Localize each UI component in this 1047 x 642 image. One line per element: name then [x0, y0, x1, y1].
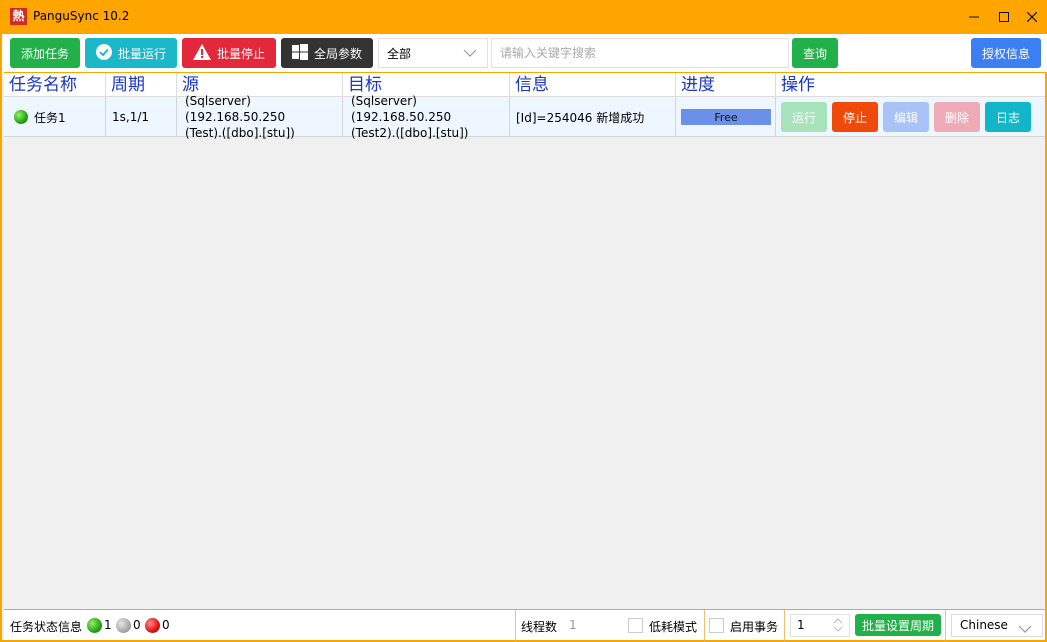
windows-icon [291, 43, 308, 63]
window-title: PanguSync 10.2 [33, 9, 130, 23]
column-header-progress[interactable]: 进度 [676, 73, 776, 97]
actions-cell: 运行 停止 编辑 删除 日志 [776, 97, 1045, 137]
error-count: 0 [162, 618, 170, 632]
running-count: 1 [104, 618, 112, 632]
batch-stop-button[interactable]: 批量停止 [182, 38, 276, 68]
check-circle-icon [95, 43, 112, 63]
global-params-label: 全局参数 [313, 46, 362, 61]
column-header-info[interactable]: 信息 [510, 73, 676, 97]
target-line-2: (Test2).([dbo].[stu]) [351, 126, 469, 140]
target-line-1: (Sqlserver)(192.168.50.250 [351, 94, 452, 124]
divider [945, 610, 946, 641]
minimize-icon[interactable] [964, 7, 984, 27]
task-name-cell: 任务1 [4, 97, 106, 137]
app-window: 熱 PanguSync 10.2 添加任务 批量运行 批量停止 全局参数 全部 … [0, 0, 1047, 642]
language-dropdown[interactable]: Chinese [951, 614, 1043, 637]
add-task-label: 添加任务 [20, 46, 69, 61]
divider [515, 610, 516, 641]
table-header: 任务名称 周期 源 目标 信息 进度 操作 [4, 73, 1045, 97]
task-status-label: 任务状态信息 [10, 620, 83, 634]
run-button[interactable]: 运行 [781, 102, 827, 132]
query-label: 查询 [802, 46, 827, 61]
error-status-icon [145, 618, 160, 633]
period-stepper[interactable]: 1 [790, 614, 850, 637]
period-cell: 1s,1/1 [106, 97, 177, 137]
delete-button[interactable]: 删除 [934, 102, 980, 132]
warning-icon [192, 43, 211, 63]
period-value: 1 [797, 618, 805, 632]
info-cell: [Id]=254046 新增成功 [510, 97, 676, 137]
enable-transaction-checkbox[interactable] [709, 618, 724, 633]
enable-transaction-label: 启用事务 [730, 620, 779, 634]
search-input[interactable] [491, 38, 789, 68]
column-header-actions[interactable]: 操作 [776, 73, 1045, 97]
target-cell: (Sqlserver)(192.168.50.250 (Test2).([dbo… [343, 94, 510, 140]
status-bar: 任务状态信息 1 0 0 线程数 1 低耗模式 启用事务 1 批量设置周期 Ch… [4, 609, 1045, 641]
progress-cell: Free [676, 97, 776, 137]
source-line-1: (Sqlserver)(192.168.50.250 [185, 94, 286, 124]
toolbar: 添加任务 批量运行 批量停止 全局参数 全部 请输入关键字搜索 查询 授权信息 [2, 34, 1047, 72]
low-power-label: 低耗模式 [649, 620, 698, 634]
batch-run-button[interactable]: 批量运行 [85, 38, 177, 68]
license-label: 授权信息 [981, 46, 1030, 61]
batch-set-period-label: 批量设置周期 [861, 618, 934, 633]
filter-dropdown[interactable]: 全部 [378, 38, 488, 68]
log-button[interactable]: 日志 [985, 102, 1031, 132]
batch-run-label: 批量运行 [117, 46, 166, 61]
stopped-count: 0 [133, 618, 141, 632]
column-header-period[interactable]: 周期 [106, 73, 177, 97]
column-header-name[interactable]: 任务名称 [4, 73, 106, 97]
filter-selected-value: 全部 [387, 46, 412, 61]
status-running-icon [14, 110, 28, 124]
source-line-2: (Test).([dbo].[stu]) [185, 126, 295, 140]
title-bar: 熱 PanguSync 10.2 [2, 0, 1047, 34]
divider [704, 610, 705, 641]
add-task-button[interactable]: 添加任务 [10, 38, 80, 68]
license-info-button[interactable]: 授权信息 [971, 38, 1041, 68]
stop-button[interactable]: 停止 [832, 102, 878, 132]
table-row[interactable]: 任务1 1s,1/1 (Sqlserver)(192.168.50.250 (T… [4, 94, 1045, 140]
stopped-status-icon [116, 618, 131, 633]
edit-button[interactable]: 编辑 [883, 102, 929, 132]
low-power-checkbox[interactable] [628, 618, 643, 633]
chevron-down-icon [463, 47, 477, 61]
language-value: Chinese [960, 618, 1008, 632]
maximize-icon[interactable] [994, 7, 1014, 27]
task-table: 任务名称 周期 源 目标 信息 进度 操作 任务1 1s,1/1 (Sqlser… [4, 72, 1045, 609]
task-name: 任务1 [34, 110, 66, 125]
threads-label: 线程数 [521, 620, 558, 634]
progress-bar: Free [681, 109, 771, 125]
running-status-icon [87, 618, 102, 633]
global-params-button[interactable]: 全局参数 [281, 38, 373, 68]
threads-input[interactable]: 1 [562, 614, 622, 637]
stepper-arrows-icon[interactable] [833, 618, 843, 639]
app-icon: 熱 [10, 8, 27, 25]
divider [784, 610, 785, 641]
query-button[interactable]: 查询 [792, 38, 838, 68]
source-cell: (Sqlserver)(192.168.50.250 (Test).([dbo]… [177, 94, 343, 140]
close-icon[interactable] [1022, 7, 1042, 27]
chevron-down-icon [1018, 620, 1032, 641]
batch-set-period-button[interactable]: 批量设置周期 [855, 614, 941, 636]
batch-stop-label: 批量停止 [216, 46, 265, 61]
